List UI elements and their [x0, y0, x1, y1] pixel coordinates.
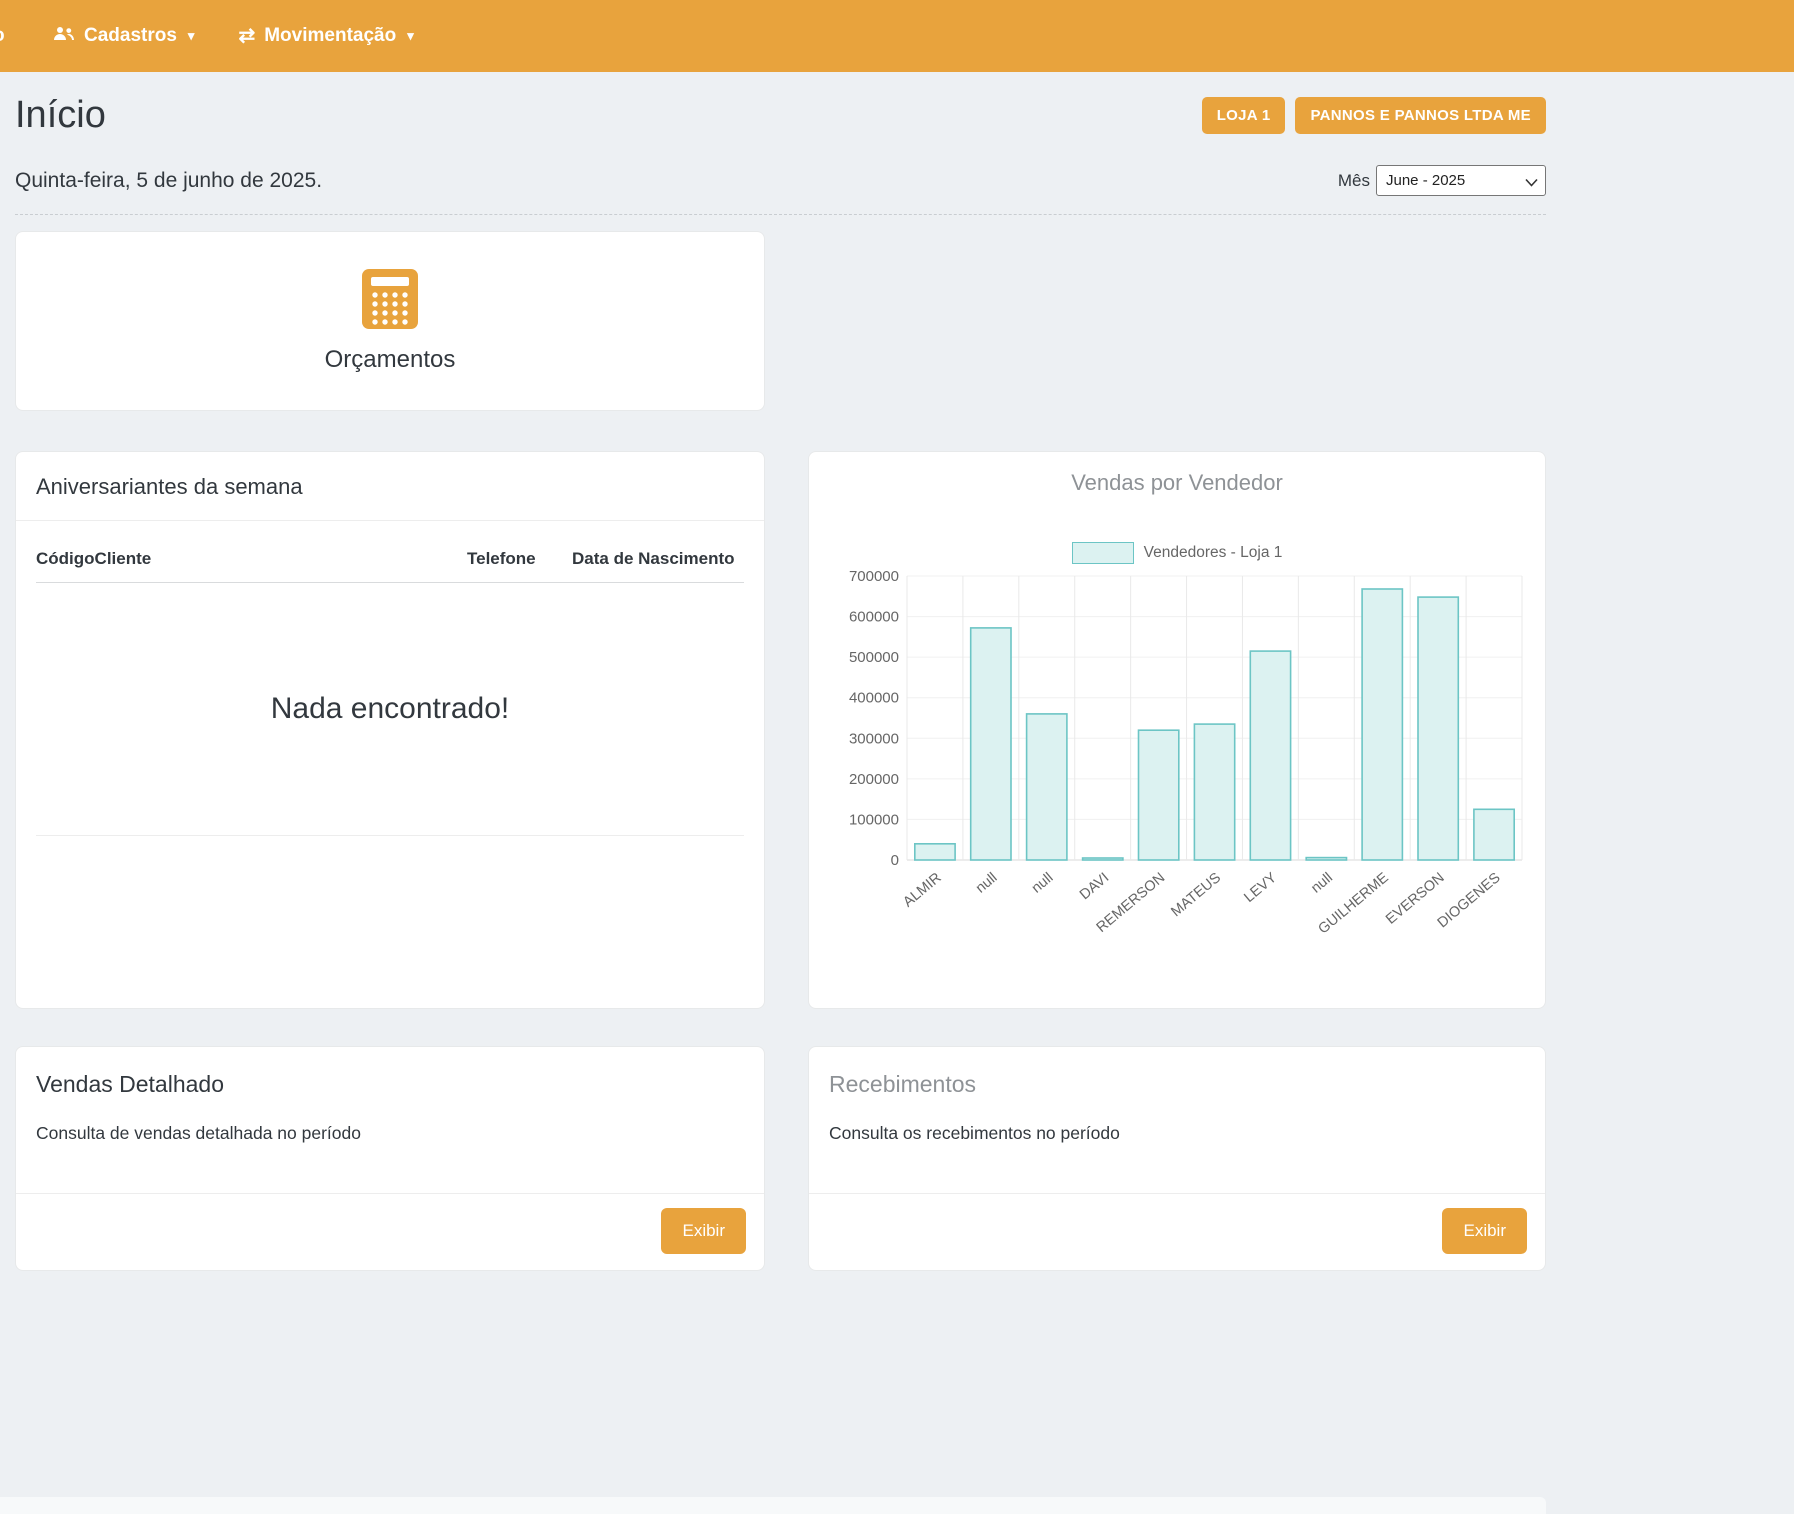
orcamentos-card[interactable]: Orçamentos — [15, 231, 765, 411]
month-label: Mês — [1338, 171, 1370, 191]
date-row: Quinta-feira, 5 de junho de 2025. Mês Ju… — [15, 165, 1546, 215]
svg-text:LEVY: LEVY — [1241, 870, 1280, 906]
exchange-icon: ⇄ — [238, 26, 255, 46]
recebimentos-card: Recebimentos Consulta os recebimentos no… — [808, 1046, 1546, 1271]
vendas-detalhado-body: Vendas Detalhado Consulta de vendas deta… — [16, 1047, 764, 1193]
page-container: Início LOJA 1 PANNOS E PANNOS LTDA ME Qu… — [15, 94, 1546, 1271]
svg-text:300000: 300000 — [849, 730, 899, 747]
vendas-detalhado-card: Vendas Detalhado Consulta de vendas deta… — [15, 1046, 765, 1271]
orcamentos-label: Orçamentos — [325, 346, 456, 374]
store-button[interactable]: LOJA 1 — [1202, 97, 1286, 134]
column-header-cliente: Cliente — [95, 549, 467, 569]
top-navbar: o Cadastros ▾ ⇄ Movimentação ▾ — [0, 0, 1794, 72]
svg-text:DAVI: DAVI — [1077, 870, 1112, 903]
nav-item-cadastros[interactable]: Cadastros ▾ — [53, 25, 194, 47]
chart-legend: Vendedores - Loja 1 — [809, 542, 1545, 564]
recebimentos-description: Consulta os recebimentos no período — [829, 1123, 1525, 1144]
vendas-por-vendedor-chart: 0 100000 200000 300000 400000 500000 600000 700… — [809, 566, 1545, 973]
birthdays-title: Aniversariantes da semana — [16, 452, 764, 521]
vendas-detalhado-footer: Exibir — [16, 1193, 764, 1270]
bottom-row: Vendas Detalhado Consulta de vendas deta… — [15, 1046, 1546, 1271]
nav-item-movimentacao[interactable]: ⇄ Movimentação ▾ — [238, 25, 413, 47]
page-header: Início LOJA 1 PANNOS E PANNOS LTDA ME — [15, 94, 1546, 137]
svg-text:100000: 100000 — [849, 811, 899, 828]
current-date-text: Quinta-feira, 5 de junho de 2025. — [15, 169, 322, 193]
legend-swatch — [1072, 542, 1134, 564]
birthdays-table: Código Cliente Telefone Data de Nascimen… — [36, 521, 744, 836]
users-icon — [53, 26, 75, 46]
column-header-nascimento: Data de Nascimento — [572, 549, 744, 569]
svg-text:600000: 600000 — [849, 609, 899, 626]
company-button[interactable]: PANNOS E PANNOS LTDA ME — [1295, 97, 1546, 134]
middle-row: Aniversariantes da semana Código Cliente… — [15, 451, 1546, 1009]
recebimentos-body: Recebimentos Consulta os recebimentos no… — [809, 1047, 1545, 1193]
svg-text:400000: 400000 — [849, 690, 899, 707]
column-header-codigo: Código — [36, 549, 95, 569]
svg-text:500000: 500000 — [849, 649, 899, 666]
chart-title: Vendas por Vendedor — [809, 452, 1545, 496]
svg-text:null: null — [973, 870, 1001, 897]
month-select[interactable]: June - 2025 — [1376, 165, 1546, 196]
vendas-detalhado-title: Vendas Detalhado — [36, 1071, 744, 1098]
exibir-vendas-button[interactable]: Exibir — [661, 1208, 746, 1254]
sales-chart-card: Vendas por Vendedor Vendedores - Loja 1 … — [808, 451, 1546, 1009]
svg-text:0: 0 — [891, 852, 899, 869]
calculator-icon — [362, 269, 418, 334]
svg-text:200000: 200000 — [849, 771, 899, 788]
page-title: Início — [15, 94, 106, 137]
svg-text:null: null — [1029, 870, 1057, 897]
empty-state-message: Nada encontrado! — [36, 583, 744, 836]
legend-label: Vendedores - Loja 1 — [1144, 544, 1283, 562]
recebimentos-footer: Exibir — [809, 1193, 1545, 1270]
birthdays-table-header: Código Cliente Telefone Data de Nascimen… — [36, 521, 744, 583]
exibir-recebimentos-button[interactable]: Exibir — [1442, 1208, 1527, 1254]
column-header-telefone: Telefone — [467, 549, 572, 569]
svg-text:700000: 700000 — [849, 568, 899, 585]
recebimentos-title: Recebimentos — [829, 1071, 1525, 1098]
month-picker: Mês June - 2025 — [1338, 165, 1546, 196]
header-buttons: LOJA 1 PANNOS E PANNOS LTDA ME — [1202, 97, 1546, 134]
nav-item-label: Cadastros — [84, 25, 177, 47]
vendas-detalhado-description: Consulta de vendas detalhada no período — [36, 1123, 744, 1144]
svg-text:ALMIR: ALMIR — [900, 870, 944, 911]
chevron-down-icon: ▾ — [407, 28, 414, 44]
chevron-down-icon: ▾ — [188, 28, 195, 44]
nav-item-label: Movimentação — [264, 25, 396, 47]
birthdays-card: Aniversariantes da semana Código Cliente… — [15, 451, 765, 1009]
bottom-strip — [0, 1497, 1546, 1514]
svg-text:null: null — [1308, 870, 1336, 897]
nav-item-partial[interactable]: o — [0, 25, 9, 47]
svg-text:MATEUS: MATEUS — [1168, 870, 1224, 920]
